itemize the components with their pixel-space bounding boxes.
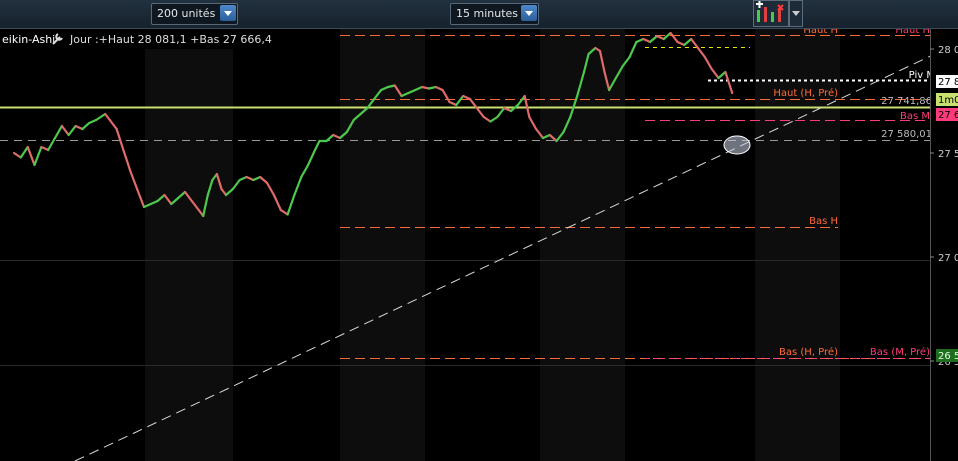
ha-segment xyxy=(40,145,50,152)
level-label: Bas H xyxy=(809,216,838,227)
ha-segment xyxy=(26,145,36,167)
ha-segment xyxy=(47,136,57,152)
ha-segment xyxy=(628,40,638,59)
ha-segment xyxy=(690,37,700,50)
price-marker[interactable] xyxy=(723,135,751,155)
ha-segment xyxy=(528,115,538,131)
ha-segment xyxy=(129,169,139,191)
level-label: Haut H xyxy=(895,29,930,36)
drawing-tools-button[interactable] xyxy=(753,0,789,27)
chevron-down-icon[interactable] xyxy=(521,5,537,21)
ha-segment xyxy=(60,124,70,137)
interval-select[interactable]: 15 minutes xyxy=(450,3,539,25)
ha-segment xyxy=(724,70,734,95)
ha-segment xyxy=(259,175,269,185)
ha-segment xyxy=(642,37,652,44)
ha-segment xyxy=(108,118,118,131)
ha-segment xyxy=(655,34,665,41)
ha-segment xyxy=(53,124,64,140)
ha-segment xyxy=(482,115,492,123)
ha-segment xyxy=(286,193,296,216)
ha-segment xyxy=(279,208,289,216)
toolbar: 200 unités 15 minutes xyxy=(0,0,958,29)
ha-segment xyxy=(245,175,255,182)
ha-segment xyxy=(81,121,91,131)
chart-type-label: eikin-Ashi xyxy=(2,33,55,46)
price-label: 27 741,86 xyxy=(881,96,932,107)
ha-segment xyxy=(717,70,727,80)
ha-segment xyxy=(710,67,720,80)
level-label: Bas (M, Pré) xyxy=(870,346,930,358)
ha-segment xyxy=(231,178,241,191)
ha-segment xyxy=(136,187,146,209)
price-box-label: 27 8 xyxy=(938,77,958,88)
ha-segment xyxy=(669,31,679,44)
level-label: Bas M xyxy=(900,111,930,122)
level-label: Haut (H, Pré) xyxy=(773,87,838,99)
price-axis: 28 027 527 026 527 81m027 626 5 xyxy=(930,29,958,461)
ha-segment xyxy=(441,88,451,104)
ha-segment xyxy=(94,112,107,122)
session-bands xyxy=(145,29,840,461)
ha-segment xyxy=(19,145,29,159)
drawing-tools-dropdown[interactable] xyxy=(789,0,803,27)
level-label: Bas (H, Pré) xyxy=(779,346,838,358)
ha-segment xyxy=(266,181,275,197)
ha-segment xyxy=(104,112,111,122)
day-high-low-info: Jour :+Haut 28 081,1 +Bas 27 666,4 xyxy=(69,33,272,46)
ha-segment xyxy=(455,94,465,107)
units-select[interactable]: 200 unités xyxy=(151,3,238,25)
ha-segment xyxy=(12,151,22,159)
ha-segment xyxy=(332,133,342,140)
ha-segment xyxy=(475,106,485,119)
chart-tools-icon xyxy=(756,1,784,22)
ha-segment xyxy=(115,127,125,152)
ha-segment xyxy=(648,34,659,44)
price-label: 27 580,01 xyxy=(881,129,932,140)
ha-segment xyxy=(272,193,282,212)
ha-segment xyxy=(635,37,645,44)
ha-segment xyxy=(74,124,84,131)
ha-segment xyxy=(696,46,706,59)
ha-segment xyxy=(88,118,98,125)
y-tick-label: 27 5 xyxy=(938,149,958,160)
ha-segment xyxy=(434,85,444,92)
y-tick-label: 28 0 xyxy=(938,45,958,56)
session-band xyxy=(145,29,233,461)
y-tick-label: 27 0 xyxy=(938,253,958,264)
ha-segment xyxy=(300,163,310,179)
ha-segment xyxy=(122,148,132,173)
price-box-label: 26 5 xyxy=(938,351,958,362)
ha-segment xyxy=(33,145,43,167)
ha-segment xyxy=(238,175,248,182)
price-box-label: 27 6 xyxy=(938,110,958,121)
ha-segment xyxy=(462,94,472,101)
price-box-label: 1m0 xyxy=(938,95,958,106)
ha-segment xyxy=(676,40,686,47)
chevron-down-icon[interactable] xyxy=(220,5,236,21)
ha-segment xyxy=(67,124,77,137)
ha-segment xyxy=(489,115,499,123)
ha-segment xyxy=(683,37,693,47)
ha-segment xyxy=(252,175,262,182)
ha-segment xyxy=(448,100,458,107)
ha-segment xyxy=(313,139,321,152)
ha-segment xyxy=(496,106,506,119)
ha-segment xyxy=(293,175,303,197)
level-label: Haut H xyxy=(803,29,838,36)
interval-select-value: 15 minutes xyxy=(456,7,519,20)
session-band xyxy=(540,29,625,461)
price-chart[interactable]: Haut H Haut HPiv MHaut (H, Pré)Bas MBas H… xyxy=(0,29,958,461)
ha-segment xyxy=(703,55,713,71)
ha-segment xyxy=(307,148,317,167)
ha-segment xyxy=(516,94,526,107)
session-band xyxy=(340,29,425,461)
units-select-value: 200 unités xyxy=(157,7,216,20)
